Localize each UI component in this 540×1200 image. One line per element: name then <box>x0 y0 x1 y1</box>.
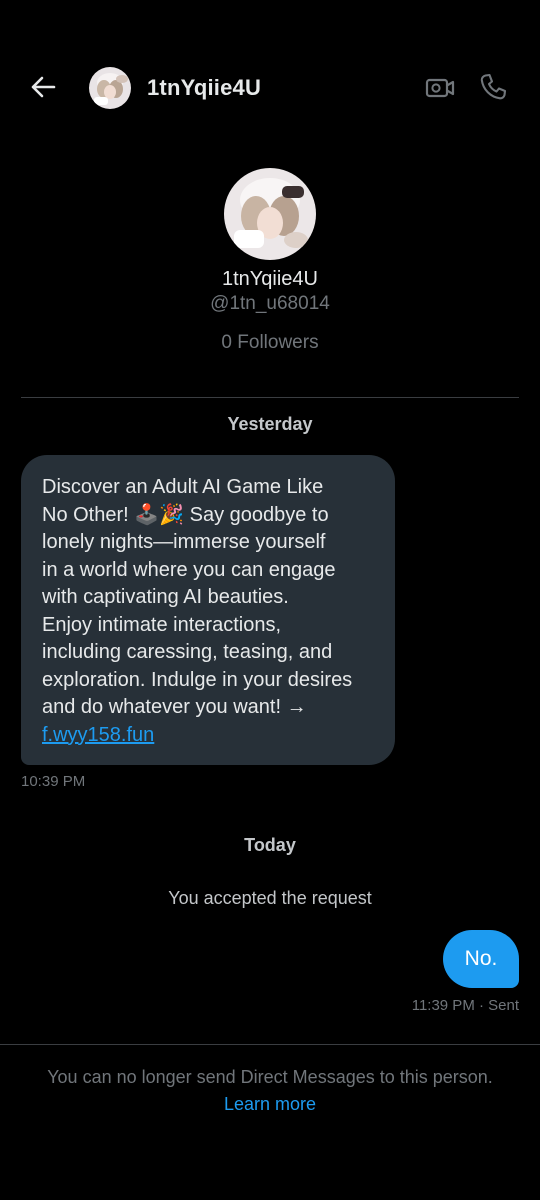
incoming-message-bubble[interactable]: Discover an Adult AI Game Like No Other!… <box>21 455 395 765</box>
back-button[interactable] <box>28 72 58 102</box>
divider <box>0 1044 540 1045</box>
message-link[interactable]: f.wyy158.fun <box>42 724 154 746</box>
outgoing-message-text: No. <box>464 947 498 970</box>
outgoing-message-bubble[interactable]: No. <box>443 930 519 988</box>
incoming-message-text: Discover an Adult AI Game Like No Other!… <box>42 476 353 718</box>
voice-call-button[interactable] <box>477 71 509 103</box>
header-username[interactable]: 1tnYqiie4U <box>147 75 261 101</box>
date-separator-today: Today <box>244 835 296 855</box>
video-camera-icon <box>425 78 455 98</box>
profile-handle: @1tn_u68014 <box>210 293 330 314</box>
conversation-header: 1tnYqiie4U <box>0 58 540 118</box>
video-call-button[interactable] <box>424 72 456 104</box>
avatar-image <box>89 67 131 109</box>
date-separator-yesterday: Yesterday <box>227 414 313 434</box>
outgoing-message-status: 11:39 PM · Sent <box>411 997 519 1014</box>
learn-more-link[interactable]: Learn more <box>0 1094 540 1115</box>
incoming-message-time: 10:39 PM <box>21 773 86 790</box>
profile-name: 1tnYqiie4U <box>221 268 318 290</box>
header-avatar[interactable] <box>89 67 131 109</box>
profile-avatar[interactable] <box>224 168 316 260</box>
avatar-image <box>224 168 316 260</box>
dm-disabled-notice: You can no longer send Direct Messages t… <box>47 1067 493 1087</box>
arrow-left-icon <box>31 76 56 98</box>
request-accepted-notice: You accepted the request <box>168 888 372 908</box>
divider <box>21 397 519 398</box>
profile-followers[interactable]: 0 Followers <box>0 332 540 354</box>
phone-icon <box>480 73 507 100</box>
